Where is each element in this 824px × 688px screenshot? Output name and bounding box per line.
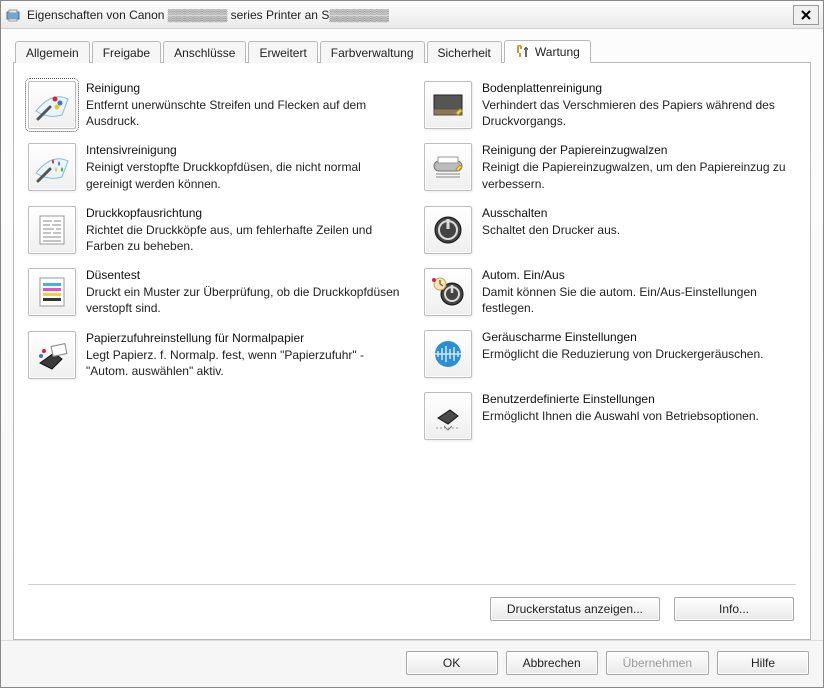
tab-body-wartung: Reinigung Entfernt unerwünschte Streifen…: [13, 63, 811, 640]
item-text: Druckkopfausrichtung Richtet die Druckkö…: [86, 206, 400, 254]
tab-label: Anschlüsse: [174, 46, 235, 60]
tab-wartung[interactable]: Wartung: [504, 40, 591, 63]
ok-button[interactable]: OK: [406, 651, 498, 675]
item-geraeuscharm: Geräuscharme Einstellungen Ermöglicht di…: [424, 330, 796, 378]
item-text: Geräuscharme Einstellungen Ermöglicht di…: [482, 330, 796, 362]
item-desc: Ermöglicht die Reduzierung von Druckerge…: [482, 346, 796, 362]
separator: [28, 584, 796, 585]
tab-sicherheit[interactable]: Sicherheit: [427, 41, 502, 63]
printer-status-button[interactable]: Druckerstatus anzeigen...: [490, 597, 660, 621]
item-title: Papierzufuhreinstellung für Normalpapier: [86, 331, 400, 345]
item-papierzufuhr: Papierzufuhreinstellung für Normalpapier…: [28, 331, 400, 379]
item-desc: Richtet die Druckköpfe aus, um fehlerhaf…: [86, 222, 400, 254]
apply-button: Übernehmen: [606, 651, 709, 675]
info-button[interactable]: Info...: [674, 597, 794, 621]
tabstrip: Allgemein Freigabe Anschlüsse Erweitert …: [13, 39, 811, 63]
item-bodenplattenreinigung: Bodenplattenreinigung Verhindert das Ver…: [424, 81, 796, 129]
item-title: Geräuscharme Einstellungen: [482, 330, 796, 344]
item-autom-ein-aus: Autom. Ein/Aus Damit können Sie die auto…: [424, 268, 796, 316]
roller-clean-button[interactable]: [424, 143, 472, 191]
client-area: Allgemein Freigabe Anschlüsse Erweitert …: [1, 29, 823, 640]
tools-icon: [515, 45, 531, 59]
bottom-plate-clean-button[interactable]: [424, 81, 472, 129]
item-text: Reinigung der Papiereinzugwalzen Reinigt…: [482, 143, 796, 191]
bottom-row: Druckerstatus anzeigen... Info...: [28, 593, 796, 629]
item-title: Druckkopfausrichtung: [86, 206, 400, 220]
item-text: Autom. Ein/Aus Damit können Sie die auto…: [482, 268, 796, 316]
nozzle-check-button[interactable]: [28, 268, 76, 316]
item-text: Bodenplattenreinigung Verhindert das Ver…: [482, 81, 796, 129]
tab-label: Erweitert: [259, 46, 306, 60]
tab-farbverwaltung[interactable]: Farbverwaltung: [320, 41, 425, 63]
maintenance-columns: Reinigung Entfernt unerwünschte Streifen…: [28, 81, 796, 578]
tab-label: Allgemein: [26, 46, 79, 60]
item-title: Reinigung: [86, 81, 400, 95]
right-column: Bodenplattenreinigung Verhindert das Ver…: [424, 81, 796, 578]
item-title: Reinigung der Papiereinzugwalzen: [482, 143, 796, 157]
tab-anschluesse[interactable]: Anschlüsse: [163, 41, 246, 63]
item-text: Benutzerdefinierte Einstellungen Ermögli…: [482, 392, 796, 424]
tab-label: Sicherheit: [438, 46, 491, 60]
close-button[interactable]: [793, 5, 819, 25]
item-title: Intensivreinigung: [86, 143, 400, 157]
item-text: Papierzufuhreinstellung für Normalpapier…: [86, 331, 400, 379]
item-text: Ausschalten Schaltet den Drucker aus.: [482, 206, 796, 238]
item-desc: Verhindert das Verschmieren des Papiers …: [482, 97, 796, 129]
tab-label: Farbverwaltung: [331, 46, 414, 60]
item-title: Ausschalten: [482, 206, 796, 220]
quiet-settings-button[interactable]: [424, 330, 472, 378]
item-text: Intensivreinigung Reinigt verstopfte Dru…: [86, 143, 400, 191]
deep-cleaning-button[interactable]: [28, 143, 76, 191]
item-desc: Damit können Sie die autom. Ein/Aus-Eins…: [482, 284, 796, 316]
properties-window: Eigenschaften von Canon ▒▒▒▒▒▒▒ series P…: [0, 0, 824, 688]
tab-label: Wartung: [535, 45, 580, 59]
window-title: Eigenschaften von Canon ▒▒▒▒▒▒▒ series P…: [27, 8, 793, 22]
item-title: Düsentest: [86, 268, 400, 282]
item-desc: Reinigt verstopfte Druckkopfdüsen, die n…: [86, 159, 400, 191]
tab-freigabe[interactable]: Freigabe: [92, 41, 161, 63]
item-title: Benutzerdefinierte Einstellungen: [482, 392, 796, 406]
left-column: Reinigung Entfernt unerwünschte Streifen…: [28, 81, 400, 578]
item-intensivreinigung: Intensivreinigung Reinigt verstopfte Dru…: [28, 143, 400, 191]
print-head-align-button[interactable]: [28, 206, 76, 254]
custom-settings-button[interactable]: [424, 392, 472, 440]
help-button[interactable]: Hilfe: [717, 651, 809, 675]
item-desc: Reinigt die Papiereinzugwalzen, um den P…: [482, 159, 796, 191]
item-text: Düsentest Druckt ein Muster zur Überprüf…: [86, 268, 400, 316]
titlebar: Eigenschaften von Canon ▒▒▒▒▒▒▒ series P…: [1, 1, 823, 29]
paper-source-button[interactable]: [28, 331, 76, 379]
item-text: Reinigung Entfernt unerwünschte Streifen…: [86, 81, 400, 129]
item-desc: Legt Papierz. f. Normalp. fest, wenn "Pa…: [86, 347, 400, 379]
dialog-buttons: OK Abbrechen Übernehmen Hilfe: [1, 640, 823, 687]
auto-power-button[interactable]: [424, 268, 472, 316]
item-title: Autom. Ein/Aus: [482, 268, 796, 282]
tab-label: Freigabe: [103, 46, 150, 60]
item-desc: Ermöglicht Ihnen die Auswahl von Betrieb…: [482, 408, 796, 424]
item-duesentest: Düsentest Druckt ein Muster zur Überprüf…: [28, 268, 400, 316]
item-reinigung: Reinigung Entfernt unerwünschte Streifen…: [28, 81, 400, 129]
power-off-button[interactable]: [424, 206, 472, 254]
tab-allgemein[interactable]: Allgemein: [15, 41, 90, 63]
item-title: Bodenplattenreinigung: [482, 81, 796, 95]
item-druckkopfausrichtung: Druckkopfausrichtung Richtet die Druckkö…: [28, 206, 400, 254]
item-ausschalten: Ausschalten Schaltet den Drucker aus.: [424, 206, 796, 254]
item-desc: Entfernt unerwünschte Streifen und Fleck…: [86, 97, 400, 129]
app-icon: [5, 7, 21, 23]
cleaning-button[interactable]: [28, 81, 76, 129]
tab-erweitert[interactable]: Erweitert: [248, 41, 317, 63]
item-desc: Druckt ein Muster zur Überprüfung, ob di…: [86, 284, 400, 316]
item-desc: Schaltet den Drucker aus.: [482, 222, 796, 238]
item-benutzerdefiniert: Benutzerdefinierte Einstellungen Ermögli…: [424, 392, 796, 440]
item-walzen: Reinigung der Papiereinzugwalzen Reinigt…: [424, 143, 796, 191]
cancel-button[interactable]: Abbrechen: [506, 651, 598, 675]
